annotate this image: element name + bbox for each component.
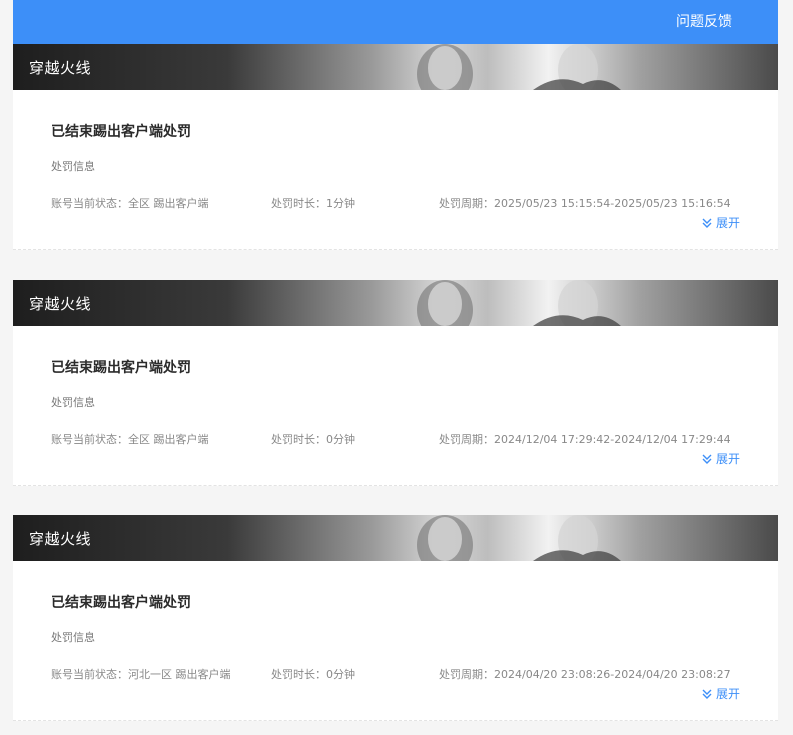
account-status-value: 全区 踢出客户端 [128,433,209,446]
expand-label: 展开 [715,452,740,466]
game-name: 穿越火线 [29,295,92,313]
game-banner: 穿越火线 [13,515,778,561]
double-chevron-down-icon [702,454,712,464]
account-status-label: 账号当前状态： [51,197,128,210]
duration-value: 0分钟 [326,433,355,446]
duration-label: 处罚时长： [271,197,326,210]
penalty-duration: 处罚时长：0分钟 [271,666,355,682]
penalty-status-title: 已结束踢出客户端处罚 [51,595,191,611]
expand-button[interactable]: 展开 [701,214,740,231]
duration-value: 1分钟 [326,197,355,210]
top-bar: 问题反馈 [13,0,778,44]
penalty-status-title: 已结束踢出客户端处罚 [51,124,191,140]
game-name: 穿越火线 [29,530,92,548]
penalty-period: 处罚周期：2024/04/20 23:08:26-2024/04/20 23:0… [439,666,731,682]
expand-button[interactable]: 展开 [701,685,740,702]
period-value: 2024/12/04 17:29:42-2024/12/04 17:29:44 [494,433,731,446]
account-status: 账号当前状态：河北一区 踢出客户端 [51,666,231,682]
duration-label: 处罚时长： [271,668,326,681]
banner-artwork [417,280,621,326]
penalty-card: 穿越火线 已结束踢出客户端处罚 处罚信息 账号当前状态：全区 踢出客户端 处罚时… [13,44,778,250]
account-status: 账号当前状态：全区 踢出客户端 [51,195,209,211]
penalty-period: 处罚周期：2024/12/04 17:29:42-2024/12/04 17:2… [439,431,731,447]
account-status-value: 全区 踢出客户端 [128,197,209,210]
expand-button[interactable]: 展开 [701,450,740,467]
penalty-duration: 处罚时长：1分钟 [271,195,355,211]
period-value: 2025/05/23 15:15:54-2025/05/23 15:16:54 [494,197,731,210]
duration-label: 处罚时长： [271,433,326,446]
account-status-value: 河北一区 踢出客户端 [128,668,231,681]
game-name: 穿越火线 [29,59,92,77]
period-label: 处罚周期： [439,433,494,446]
account-status-label: 账号当前状态： [51,668,128,681]
double-chevron-down-icon [702,689,712,699]
period-label: 处罚周期： [439,668,494,681]
section-label: 处罚信息 [51,396,95,409]
penalty-status-title: 已结束踢出客户端处罚 [51,360,191,376]
game-banner: 穿越火线 [13,280,778,326]
penalty-card: 穿越火线 已结束踢出客户端处罚 处罚信息 账号当前状态：全区 踢出客户端 处罚时… [13,280,778,486]
period-value: 2024/04/20 23:08:26-2024/04/20 23:08:27 [494,668,731,681]
expand-label: 展开 [715,687,740,701]
section-label: 处罚信息 [51,160,95,173]
game-banner: 穿越火线 [13,44,778,90]
account-status-label: 账号当前状态： [51,433,128,446]
penalty-card: 穿越火线 已结束踢出客户端处罚 处罚信息 账号当前状态：河北一区 踢出客户端 处… [13,515,778,721]
section-label: 处罚信息 [51,631,95,644]
period-label: 处罚周期： [439,197,494,210]
penalty-period: 处罚周期：2025/05/23 15:15:54-2025/05/23 15:1… [439,195,731,211]
account-status: 账号当前状态：全区 踢出客户端 [51,431,209,447]
expand-label: 展开 [715,216,740,230]
double-chevron-down-icon [702,218,712,228]
penalty-duration: 处罚时长：0分钟 [271,431,355,447]
banner-artwork [417,44,621,90]
banner-artwork [417,515,621,561]
feedback-link[interactable]: 问题反馈 [676,11,732,31]
duration-value: 0分钟 [326,668,355,681]
